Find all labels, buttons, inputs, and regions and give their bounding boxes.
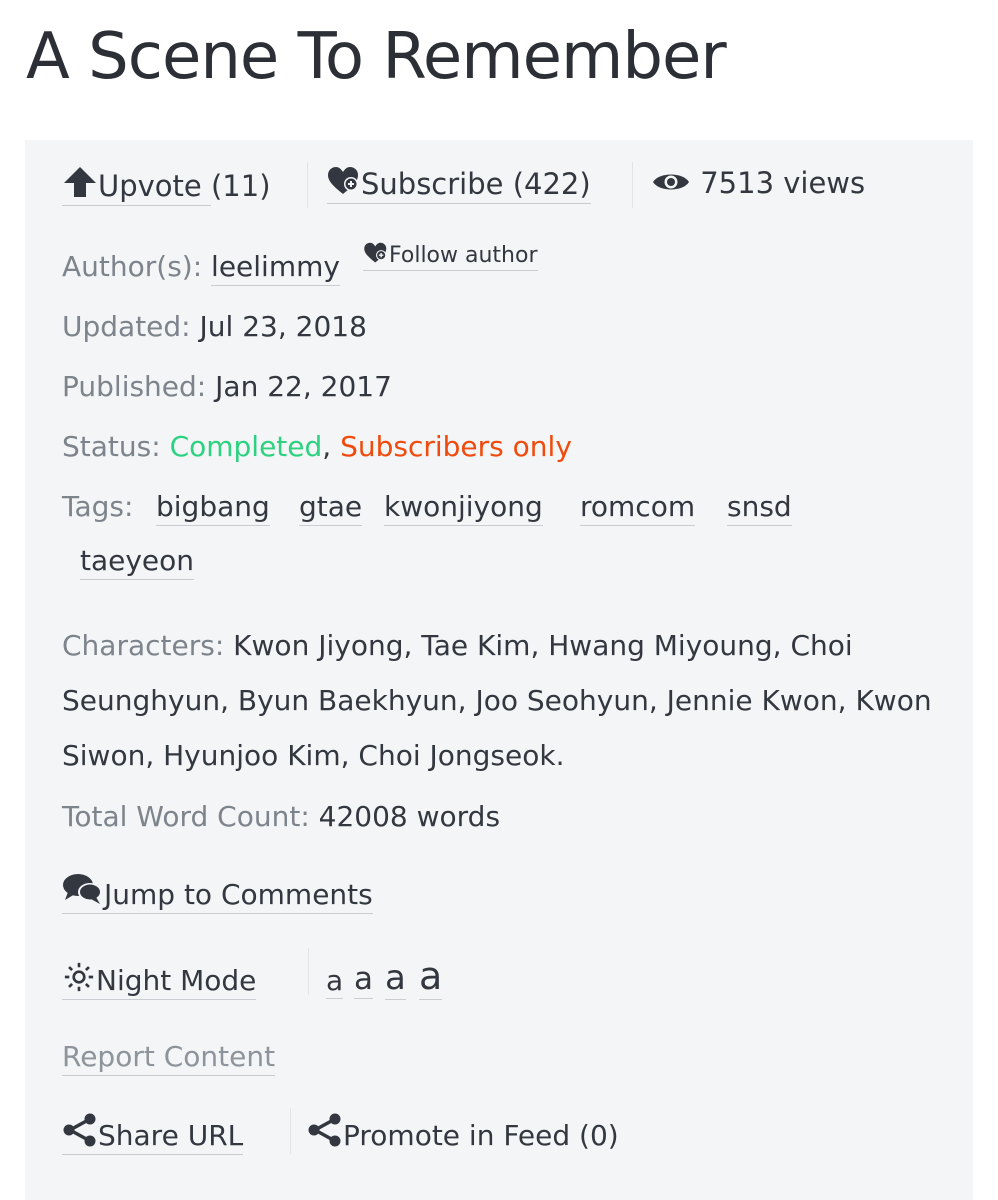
divider xyxy=(632,162,633,208)
status-comma: , xyxy=(322,430,332,463)
divider xyxy=(307,162,308,208)
follow-author-button[interactable]: Follow author xyxy=(363,242,538,271)
word-count-row: Total Word Count: 42008 words xyxy=(62,800,500,833)
updated-label: Updated: xyxy=(62,310,191,343)
jump-to-comments-label: Jump to Comments xyxy=(104,878,373,911)
promote-in-feed-button[interactable]: Promote in Feed (0) xyxy=(307,1113,619,1152)
page-title: A Scene To Remember xyxy=(26,20,727,94)
share-icon xyxy=(63,1113,96,1147)
share-url-button[interactable]: Share URL xyxy=(62,1113,244,1155)
updated-value: Jul 23, 2018 xyxy=(199,310,367,343)
subscribe-label: Subscribe xyxy=(361,167,504,201)
promote-in-feed-label: Promote in Feed (0) xyxy=(343,1119,619,1152)
status-label: Status: xyxy=(62,430,161,463)
word-count-value: 42008 words xyxy=(318,800,501,833)
published-row: Published: Jan 22, 2017 xyxy=(62,370,392,403)
tag-link[interactable]: taeyeon xyxy=(80,544,195,580)
tag-link[interactable]: snsd xyxy=(727,490,792,526)
divider xyxy=(290,1108,291,1154)
views-label: 7513 views xyxy=(700,166,866,200)
tag-link[interactable]: kwonjiyong xyxy=(384,490,543,526)
comments-icon xyxy=(63,874,102,904)
author-label: Author(s): xyxy=(62,250,203,283)
characters-label: Characters: xyxy=(62,629,225,662)
tags-label: Tags: xyxy=(62,490,134,523)
font-size-large-button[interactable]: a xyxy=(385,958,406,1000)
upvote-count: (11) xyxy=(210,169,271,203)
subscribe-button[interactable]: Subscribe (422) xyxy=(327,166,591,204)
heart-plus-icon xyxy=(328,167,358,194)
eye-icon xyxy=(653,174,689,190)
views-count: 7513 views xyxy=(651,166,865,200)
author-row: Author(s): leelimmy xyxy=(62,250,340,286)
published-label: Published: xyxy=(62,370,207,403)
author-link[interactable]: leelimmy xyxy=(211,250,340,286)
tag-link[interactable]: gtae xyxy=(299,490,363,526)
status-subscribers-only: Subscribers only xyxy=(340,430,572,463)
heart-plus-icon xyxy=(364,242,387,263)
night-mode-button[interactable]: Night Mode xyxy=(62,962,257,1000)
font-size-medium-button[interactable]: a xyxy=(354,961,373,999)
characters-row: Characters: Kwon Jiyong, Tae Kim, Hwang … xyxy=(62,618,942,783)
published-value: Jan 22, 2017 xyxy=(215,370,392,403)
story-info-panel: Upvote (11) Subscribe (422) 7513 views A… xyxy=(25,140,973,1200)
divider xyxy=(308,948,309,994)
share-icon xyxy=(308,1113,341,1147)
share-url-label: Share URL xyxy=(98,1119,244,1152)
updated-row: Updated: Jul 23, 2018 xyxy=(62,310,367,343)
upvote-label: Upvote xyxy=(98,169,202,203)
arrow-up-icon xyxy=(64,167,96,197)
tag-link[interactable]: bigbang xyxy=(156,490,270,526)
follow-author-label: Follow author xyxy=(389,243,538,268)
sun-icon xyxy=(64,962,94,992)
subscribe-count: (422) xyxy=(512,167,591,204)
word-count-label: Total Word Count: xyxy=(62,800,310,833)
status-row: Status: Completed, Subscribers only xyxy=(62,430,572,463)
jump-to-comments-button[interactable]: Jump to Comments xyxy=(62,872,373,914)
upvote-button[interactable]: Upvote (11) xyxy=(62,166,271,206)
font-size-small-button[interactable]: a xyxy=(326,964,344,999)
status-completed: Completed xyxy=(169,430,323,463)
font-size-xlarge-button[interactable]: a xyxy=(419,954,443,1000)
tag-link[interactable]: romcom xyxy=(580,490,696,526)
night-mode-label: Night Mode xyxy=(96,964,257,997)
report-content-link[interactable]: Report Content xyxy=(62,1040,276,1076)
